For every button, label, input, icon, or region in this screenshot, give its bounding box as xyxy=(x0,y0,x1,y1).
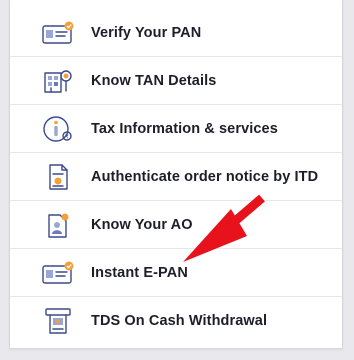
menu-item-authenticate-order[interactable]: Authenticate order notice by ITD xyxy=(10,153,342,201)
menu-item-label: Authenticate order notice by ITD xyxy=(91,168,319,185)
menu-item-label: Verify Your PAN xyxy=(91,24,202,41)
quick-links-panel: Verify Your PAN Know TAN Details ₹ Tax I… xyxy=(9,0,343,349)
id-badge-icon xyxy=(40,210,76,240)
pan-card-check-icon xyxy=(40,18,76,48)
menu-item-instant-e-pan[interactable]: Instant E-PAN xyxy=(10,249,342,297)
menu-item-tax-information[interactable]: ₹ Tax Information & services xyxy=(10,105,342,153)
atm-cash-icon xyxy=(40,306,76,336)
menu-item-know-your-ao[interactable]: Know Your AO xyxy=(10,201,342,249)
menu-item-label: Instant E-PAN xyxy=(91,264,188,281)
e-pan-card-icon xyxy=(40,258,76,288)
menu-item-label: Know Your AO xyxy=(91,216,193,233)
menu-item-label: Tax Information & services xyxy=(91,120,278,137)
info-circle-icon: ₹ xyxy=(40,114,76,144)
menu-item-tds-cash-withdrawal[interactable]: TDS On Cash Withdrawal xyxy=(10,297,342,345)
document-check-icon xyxy=(40,162,76,192)
building-search-icon xyxy=(40,66,76,96)
menu-item-label: TDS On Cash Withdrawal xyxy=(91,313,268,329)
menu-item-verify-pan[interactable]: Verify Your PAN xyxy=(10,9,342,57)
menu-item-know-tan[interactable]: Know TAN Details xyxy=(10,57,342,105)
svg-text:₹: ₹ xyxy=(65,133,69,140)
menu-item-label: Know TAN Details xyxy=(91,72,217,89)
